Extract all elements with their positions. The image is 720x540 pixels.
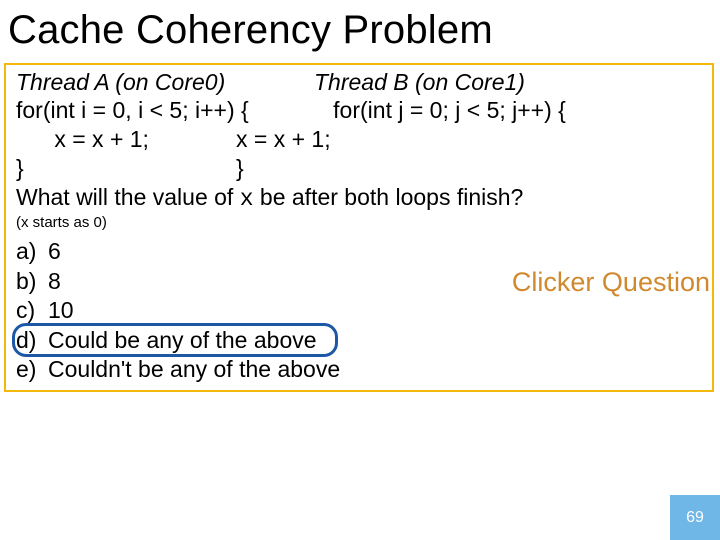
option-d-text: Could be any of the above — [48, 326, 317, 355]
option-c-text: 10 — [48, 296, 74, 325]
thread-b-line1: for(int j = 0; j < 5; j++) { — [314, 96, 566, 125]
content-box: Thread A (on Core0) Thread B (on Core1) … — [4, 63, 714, 392]
option-e: e) Couldn't be any of the above — [16, 355, 706, 384]
thread-headers: Thread A (on Core0) Thread B (on Core1) — [16, 69, 706, 96]
thread-a-line3: } — [16, 154, 236, 183]
page-number: 69 — [686, 509, 704, 527]
thread-b-line3: } — [236, 154, 244, 183]
clicker-label: Clicker Question — [512, 267, 710, 298]
slide-title: Cache Coherency Problem — [0, 0, 720, 59]
option-b-text: 8 — [48, 267, 61, 296]
thread-a-line1: for(int i = 0, i < 5; i++) { — [16, 96, 314, 125]
question-pre: What will the value of — [16, 184, 240, 210]
option-a-text: 6 — [48, 237, 61, 266]
thread-a-line2: x = x + 1; — [16, 125, 236, 154]
code-row-3: } } — [16, 154, 706, 183]
option-e-label: e) — [16, 355, 48, 384]
question-text: What will the value of x be after both l… — [16, 184, 706, 212]
code-row-1: for(int i = 0, i < 5; i++) { for(int j =… — [16, 96, 706, 125]
options-list: a) 6 b) 8 c) 10 d) Could be any of the a… — [16, 237, 706, 384]
code-row-2: x = x + 1; x = x + 1; — [16, 125, 706, 154]
page-number-box: 69 — [670, 495, 720, 540]
option-c: c) 10 — [16, 296, 706, 325]
option-d-label: d) — [16, 326, 48, 355]
start-note: (x starts as 0) — [16, 214, 706, 231]
question-post: be after both loops finish? — [254, 184, 524, 210]
option-c-label: c) — [16, 296, 48, 325]
options-wrap: a) 6 b) 8 c) 10 d) Could be any of the a… — [16, 237, 706, 384]
option-d: d) Could be any of the above — [16, 326, 706, 355]
thread-b-header: Thread B (on Core1) — [314, 69, 525, 96]
question-var: x — [240, 186, 254, 212]
option-b-label: b) — [16, 267, 48, 296]
option-a: a) 6 — [16, 237, 706, 266]
slide: Cache Coherency Problem Thread A (on Cor… — [0, 0, 720, 540]
thread-a-header: Thread A (on Core0) — [16, 69, 314, 96]
thread-b-line2: x = x + 1; — [236, 125, 331, 154]
option-e-text: Couldn't be any of the above — [48, 355, 340, 384]
option-a-label: a) — [16, 237, 48, 266]
